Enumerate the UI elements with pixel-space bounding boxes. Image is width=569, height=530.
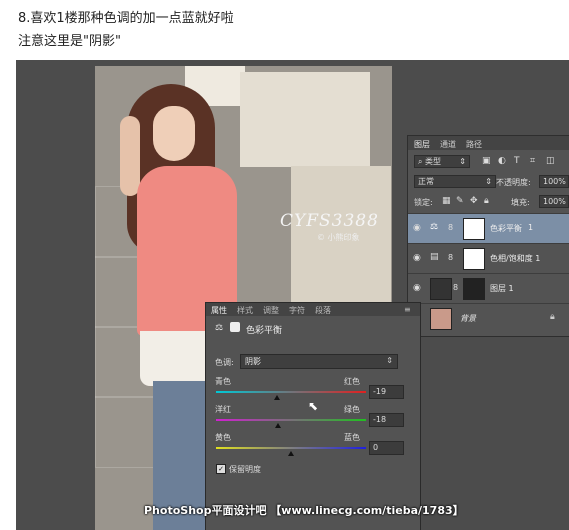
fill-input[interactable]: 100% xyxy=(539,195,569,208)
slider-2-right-label: 绿色 xyxy=(344,405,360,414)
chain-link-icon: 8 xyxy=(448,253,454,262)
model-arm xyxy=(120,116,140,196)
hue-icon: ▤ xyxy=(430,252,439,262)
adjustment-title: 色彩平衡 xyxy=(246,326,283,336)
yellow-blue-slider-knob[interactable] xyxy=(288,451,294,456)
layer-thumbnail xyxy=(430,308,452,330)
tone-label: 色调: xyxy=(215,358,234,367)
yellow-blue-value-input[interactable]: 0 xyxy=(369,441,404,455)
layer-thumbnail xyxy=(430,278,452,300)
magenta-green-slider[interactable] xyxy=(216,419,366,421)
lock-brush-icon[interactable]: ✎ xyxy=(456,196,464,206)
layer-row-layer-1[interactable]: ◉ 8 图层 1 xyxy=(408,273,569,303)
magenta-green-slider-knob[interactable] xyxy=(274,423,281,428)
layer-name: 色彩平衡 xyxy=(490,224,522,233)
layer-row-hue-saturation[interactable]: ◉ ▤ 8 色相/饱和度 1 xyxy=(408,243,569,273)
blend-mode-select[interactable]: 正常 ⇕ xyxy=(414,175,496,188)
slider-1-left-label: 青色 xyxy=(215,377,231,386)
kind-filter-value: 类型 xyxy=(425,157,442,166)
smart-filter-icon[interactable]: ◫ xyxy=(546,156,555,166)
photoshop-screenshot: CYFS3388 © 小熊印象 图层 通道 路径 ⌕ 类型 ⇕ ▣ ◐ T ⌗ … xyxy=(16,60,569,530)
balance-icon: ⚖ xyxy=(215,323,224,333)
layer-index: 1 xyxy=(528,223,534,232)
layers-panel: 图层 通道 路径 ⌕ 类型 ⇕ ▣ ◐ T ⌗ ◫ 正常 ⇕ 不透明度: 100… xyxy=(407,135,569,337)
kind-filter-select[interactable]: ⌕ 类型 ⇕ xyxy=(414,155,470,168)
lock-move-icon[interactable]: ✥ xyxy=(470,196,478,206)
mask-icon[interactable] xyxy=(230,322,240,332)
tab-layers[interactable]: 图层 xyxy=(414,139,430,150)
photo-signature-sub: © 小熊印象 xyxy=(317,233,360,242)
tab-styles[interactable]: 样式 xyxy=(237,305,253,316)
chain-link-icon: 8 xyxy=(453,283,459,292)
slider-3-left-label: 黄色 xyxy=(215,433,231,442)
caption-line-1: 8.喜欢1楼那种色调的加一点蓝就好啦 xyxy=(18,11,234,26)
cyan-red-value-input[interactable]: -19 xyxy=(369,385,404,399)
opacity-input[interactable]: 100% xyxy=(539,175,569,188)
yellow-blue-slider[interactable] xyxy=(216,447,366,449)
photo-signature: CYFS3388 xyxy=(280,211,379,231)
eye-icon[interactable]: ◉ xyxy=(413,283,421,293)
panel-menu-icon[interactable]: ≡ xyxy=(404,305,411,314)
slider-1-right-label: 红色 xyxy=(344,377,360,386)
layer-name: 色相/饱和度 1 xyxy=(490,254,541,263)
magenta-green-value-input[interactable]: -18 xyxy=(369,413,404,427)
tone-value: 阴影 xyxy=(245,357,261,366)
eye-icon[interactable]: ◉ xyxy=(413,253,421,263)
chevron-down-icon: ⇕ xyxy=(485,177,492,186)
mask-thumbnail xyxy=(463,278,485,300)
pixel-filter-icon[interactable]: ▣ xyxy=(482,156,491,166)
chevron-down-icon: ⇕ xyxy=(386,356,393,365)
layer-row-color-balance[interactable]: ◉ ⚖ 8 色彩平衡 1 xyxy=(408,213,569,243)
lock-transparent-icon[interactable]: ▦ xyxy=(442,196,451,206)
tab-channels[interactable]: 通道 xyxy=(440,139,456,150)
layer-name: 背景 xyxy=(460,314,476,323)
blend-mode-value: 正常 xyxy=(418,177,434,186)
model-face xyxy=(153,106,195,161)
lock-all-icon[interactable]: 🔒︎ xyxy=(484,196,489,206)
opacity-label: 不透明度: xyxy=(496,178,531,187)
adjust-filter-icon[interactable]: ◐ xyxy=(498,156,506,166)
mask-thumbnail xyxy=(463,248,485,270)
eye-icon[interactable]: ◉ xyxy=(413,223,421,233)
lock-icon: 🔒︎ xyxy=(550,312,555,322)
layers-tabbar xyxy=(408,136,569,150)
cyan-red-slider-knob[interactable] xyxy=(273,395,280,400)
tab-paths[interactable]: 路径 xyxy=(466,139,482,150)
slider-3-right-label: 蓝色 xyxy=(344,433,360,442)
cyan-red-slider[interactable] xyxy=(216,391,366,393)
chevron-down-icon: ⇕ xyxy=(459,157,466,166)
balance-icon: ⚖ xyxy=(430,222,439,232)
slider-2-left-label: 洋红 xyxy=(215,405,231,414)
preserve-luminosity-label: 保留明度 xyxy=(229,465,261,474)
preserve-luminosity-checkbox[interactable]: ✓ xyxy=(216,464,226,474)
mask-thumbnail xyxy=(463,218,485,240)
watermark-text: PhotoShop平面设计吧 【www.linecg.com/tieba/178… xyxy=(144,504,464,517)
tab-adjustments[interactable]: 调整 xyxy=(263,305,279,316)
type-filter-icon[interactable]: T xyxy=(514,156,520,166)
mouse-cursor-icon: ⬉ xyxy=(308,399,319,413)
tone-select[interactable]: 阴影 ⇕ xyxy=(240,354,398,369)
wall-poster xyxy=(240,72,370,167)
tab-paragraph[interactable]: 段落 xyxy=(315,305,331,316)
search-icon: ⌕ xyxy=(418,157,423,166)
layer-name: 图层 1 xyxy=(490,284,514,293)
properties-panel: 属性 样式 调整 字符 段落 ≡ ⚖ 色彩平衡 色调: 阴影 ⇕ 青色 红色 -… xyxy=(205,302,421,530)
properties-tabbar: 属性 样式 调整 字符 段落 ≡ xyxy=(206,303,420,316)
tab-properties[interactable]: 属性 xyxy=(211,305,227,316)
tab-character[interactable]: 字符 xyxy=(289,305,305,316)
layer-row-background[interactable]: ◉ 背景 🔒︎ xyxy=(408,303,569,333)
caption-line-2: 注意这里是"阴影" xyxy=(18,34,121,49)
chain-link-icon: 8 xyxy=(448,223,454,232)
fill-label: 填充: xyxy=(511,198,530,207)
shape-filter-icon[interactable]: ⌗ xyxy=(530,156,535,166)
lock-label: 锁定: xyxy=(414,198,433,207)
